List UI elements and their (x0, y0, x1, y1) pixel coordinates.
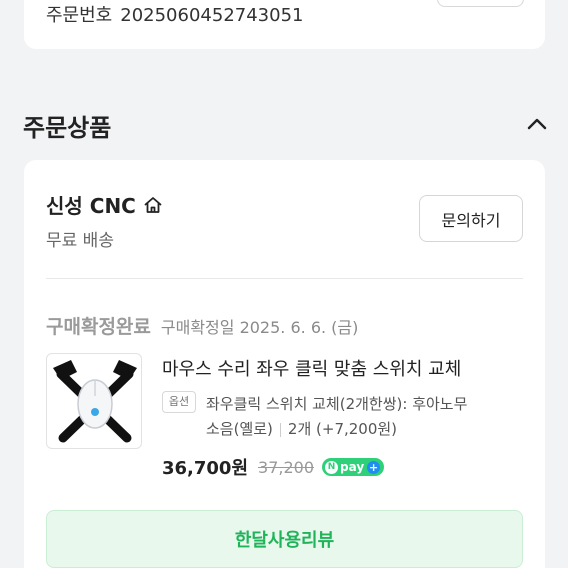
plus-icon: + (367, 460, 381, 474)
confirm-date: 구매확정일 2025. 6. 6. (금) (160, 318, 359, 337)
order-action-button[interactable] (437, 0, 524, 7)
separator (279, 422, 281, 437)
divider (46, 278, 523, 279)
npay-label: pay (340, 460, 365, 474)
inquiry-button[interactable]: 문의하기 (419, 195, 523, 242)
order-number-label: 주문번호 (46, 5, 113, 26)
purchase-status: 구매확정완료 (46, 316, 151, 338)
product-title[interactable]: 마우스 수리 좌우 클릭 맞춤 스위치 교체 (162, 355, 461, 381)
order-number-value: 2025060452743051 (120, 5, 304, 26)
purchase-status-row: 구매확정완료 구매확정일 2025. 6. 6. (금) (46, 312, 358, 339)
price: 36,700원 (162, 458, 249, 479)
npay-logo-icon: N (325, 460, 339, 474)
shipping-info: 무료 배송 (46, 231, 114, 251)
order-product-card: 신성 CNC 무료 배송 문의하기 구매확정완료 구매확정일 2025. 6. … (24, 160, 545, 568)
store-name-text: 신성 CNC (46, 194, 136, 218)
review-button[interactable]: 한달사용리뷰 (46, 510, 523, 568)
product-thumbnail[interactable] (46, 353, 142, 449)
original-price: 37,200 (258, 457, 315, 477)
store-name[interactable]: 신성 CNC (46, 190, 163, 219)
option-line-2: 소음(옐로) 2개 (+7,200원) (206, 417, 526, 442)
npay-badge: N pay + (322, 458, 385, 476)
option-badge: 옵션 (162, 391, 196, 413)
quantity: 2개 (+7,200원) (287, 420, 398, 438)
product-image (53, 360, 137, 443)
home-icon (144, 196, 162, 213)
chevron-up-icon[interactable] (525, 114, 549, 134)
option-details: 좌우클릭 스위치 교체(2개한쌍): 후아노무 소음(옐로) 2개 (+7,20… (206, 392, 526, 442)
order-info-card: 주문번호 2025060452743051 (24, 0, 545, 49)
order-number: 주문번호 2025060452743051 (46, 1, 303, 27)
option-line-1: 좌우클릭 스위치 교체(2개한쌍): 후아노무 (206, 395, 468, 413)
option-line-2-text: 소음(옐로) (206, 420, 273, 438)
section-title: 주문상품 (23, 114, 112, 142)
price-row: 36,700원 37,200 N pay + (162, 454, 385, 480)
